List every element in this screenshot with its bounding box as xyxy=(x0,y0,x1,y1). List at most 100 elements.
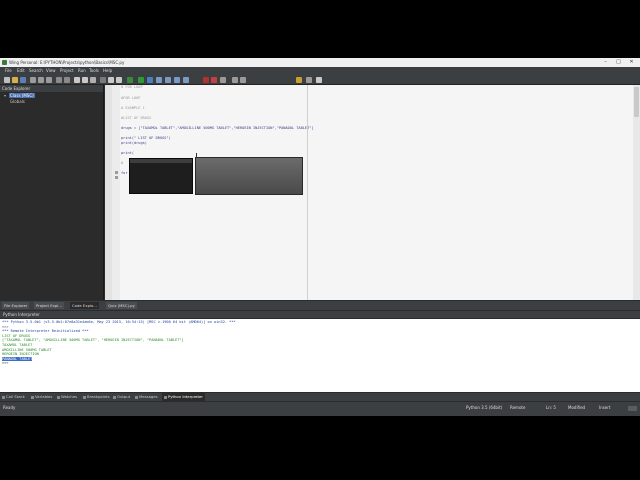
evaluate-icon[interactable] xyxy=(240,77,246,83)
autocomplete-list[interactable] xyxy=(129,158,193,194)
tab-file-explorer[interactable]: File Explorer xyxy=(2,302,30,309)
maximize-icon[interactable]: □ xyxy=(612,58,625,67)
new-file-icon[interactable] xyxy=(4,77,10,83)
code-line: # EXAMPLE 1 xyxy=(121,106,145,110)
editor-left-scrollbar[interactable] xyxy=(105,85,112,300)
paste-icon[interactable] xyxy=(46,77,52,83)
continue-icon[interactable] xyxy=(183,77,189,83)
status-scroll-button[interactable] xyxy=(628,406,637,411)
help-icon[interactable] xyxy=(316,77,322,83)
stop-icon[interactable] xyxy=(203,77,209,83)
step-icon[interactable] xyxy=(116,77,122,83)
options-icon[interactable] xyxy=(306,77,312,83)
code-explorer-panel: Code Explorer ▾ Class (MSC) Globals xyxy=(0,85,104,300)
tab-messages[interactable]: Messages xyxy=(135,393,158,401)
tab-label: Breakpoints xyxy=(87,394,110,399)
tab-python-interpreter[interactable]: Python Interpreter xyxy=(162,393,205,401)
tab-output[interactable]: Output xyxy=(113,393,130,401)
pause-icon[interactable] xyxy=(147,77,153,83)
menu-run[interactable]: Run xyxy=(78,67,86,75)
indent-icon[interactable] xyxy=(74,77,80,83)
console-line-text: PANADOL TABLET xyxy=(2,356,33,361)
toolbar xyxy=(0,75,640,85)
breakpoints-icon xyxy=(83,395,86,399)
redo-icon[interactable] xyxy=(64,77,70,83)
undo-icon[interactable] xyxy=(56,77,62,83)
scroll-thumb[interactable] xyxy=(634,87,639,117)
console-line: *** Python 3.5.0b1 (v3.5.0b1:07e8a31e4ab… xyxy=(2,320,236,325)
text-cursor-icon xyxy=(196,153,197,158)
console-line-text: LIST OF DRUGS xyxy=(2,333,31,338)
fold-marker-icon[interactable] xyxy=(115,176,118,179)
tab-label: Python Interpreter xyxy=(168,394,203,399)
menu-tools[interactable]: Tools xyxy=(89,67,99,75)
tab-call-stack[interactable]: Call Stack xyxy=(2,393,25,401)
console-line: >>> xyxy=(2,361,9,366)
console-line-text: *** Remote Interpreter Reinitialized *** xyxy=(2,329,89,334)
menu-view[interactable]: View xyxy=(46,67,56,75)
run-green-icon[interactable] xyxy=(138,77,144,83)
run-icon[interactable] xyxy=(127,77,133,83)
code-line: print( xyxy=(121,151,134,155)
editor-right-scrollbar[interactable] xyxy=(633,85,640,300)
autocomplete-selected-row[interactable] xyxy=(130,159,192,163)
breakpoint-icon[interactable] xyxy=(220,77,226,83)
interpreter-console[interactable]: *** Python 3.5.0b1 (v3.5.0b1:07e8a31e4ab… xyxy=(0,319,640,392)
status-modified: Modified xyxy=(568,405,586,410)
config-icon[interactable] xyxy=(296,77,302,83)
code-line: # FOR LOOP xyxy=(121,85,143,89)
menu-edit[interactable]: Edit xyxy=(17,67,25,75)
open-folder-icon[interactable] xyxy=(12,77,18,83)
status-bar: Ready Python 3.5 (64bit) Remote Ln: 5 Mo… xyxy=(0,402,640,416)
app-icon xyxy=(2,60,7,65)
watches-icon xyxy=(57,395,60,399)
fold-marker-icon[interactable] xyxy=(115,171,118,174)
code-explorer-title: Code Explorer xyxy=(0,85,103,92)
debug-settings-icon[interactable] xyxy=(100,77,106,83)
ide-window: Wing Personal: E:\PYTHON\Projects\python… xyxy=(0,58,640,416)
step-out-icon[interactable] xyxy=(174,77,180,83)
console-line-text: TAXAMOL TABLET xyxy=(2,343,33,347)
console-line-text: *** Python 3.5.0b1 (v3.5.0b1:07e8a31e4ab… xyxy=(2,320,236,324)
tab-label: Messages xyxy=(139,394,158,399)
tab-project-explorer[interactable]: Project Expl... xyxy=(34,302,64,309)
tab-code-explorer[interactable]: Code Explo... xyxy=(70,302,99,309)
tab-breakpoints[interactable]: Breakpoints xyxy=(83,393,110,401)
messages-icon xyxy=(135,395,138,399)
menu-file[interactable]: File xyxy=(5,67,12,75)
code-line: print(drugs) xyxy=(121,141,147,145)
search-icon[interactable] xyxy=(90,77,96,83)
minimize-icon[interactable]: – xyxy=(599,58,612,67)
status-remote[interactable]: Remote xyxy=(510,404,525,412)
tab-variables[interactable]: Variables xyxy=(31,393,52,401)
step-into-icon[interactable] xyxy=(156,77,162,83)
menu-help[interactable]: Help xyxy=(103,67,112,75)
step-over-icon[interactable] xyxy=(165,77,171,83)
tree-item-globals[interactable]: Globals xyxy=(10,99,25,105)
call-stack-icon xyxy=(2,395,5,399)
code-line: for xyxy=(121,171,128,175)
save-icon[interactable] xyxy=(20,77,26,83)
edge-column-line xyxy=(307,85,308,300)
watch-icon[interactable] xyxy=(232,77,238,83)
console-line-text: >>> xyxy=(2,324,9,329)
status-python-version[interactable]: Python 3.5 (64bit) xyxy=(466,404,502,412)
menu-project[interactable]: Project xyxy=(60,67,74,75)
restart-icon[interactable] xyxy=(211,77,217,83)
screen: Wing Personal: E:\PYTHON\Projects\python… xyxy=(0,0,640,480)
status-ready: Ready xyxy=(3,405,16,410)
tab-editor-file[interactable]: Quiz (MSC).py xyxy=(106,302,137,309)
console-line-text: ["TAXAMOL TABLET", "AMOXILLINE 500MG TAB… xyxy=(2,338,184,343)
debug-icon[interactable] xyxy=(108,77,114,83)
menu-search[interactable]: Search xyxy=(29,67,43,75)
outdent-icon[interactable] xyxy=(82,77,88,83)
panel-tab-strip: File Explorer Project Expl... Code Explo… xyxy=(0,301,640,310)
cut-icon[interactable] xyxy=(30,77,36,83)
python-icon xyxy=(164,395,167,399)
copy-icon[interactable] xyxy=(38,77,44,83)
tab-watches[interactable]: Watches xyxy=(57,393,77,401)
tab-label: Variables xyxy=(35,394,53,399)
close-icon[interactable]: ✕ xyxy=(625,58,638,67)
python-interpreter-title: Python Interpreter xyxy=(0,311,640,318)
title-bar: Wing Personal: E:\PYTHON\Projects\python… xyxy=(0,58,640,67)
